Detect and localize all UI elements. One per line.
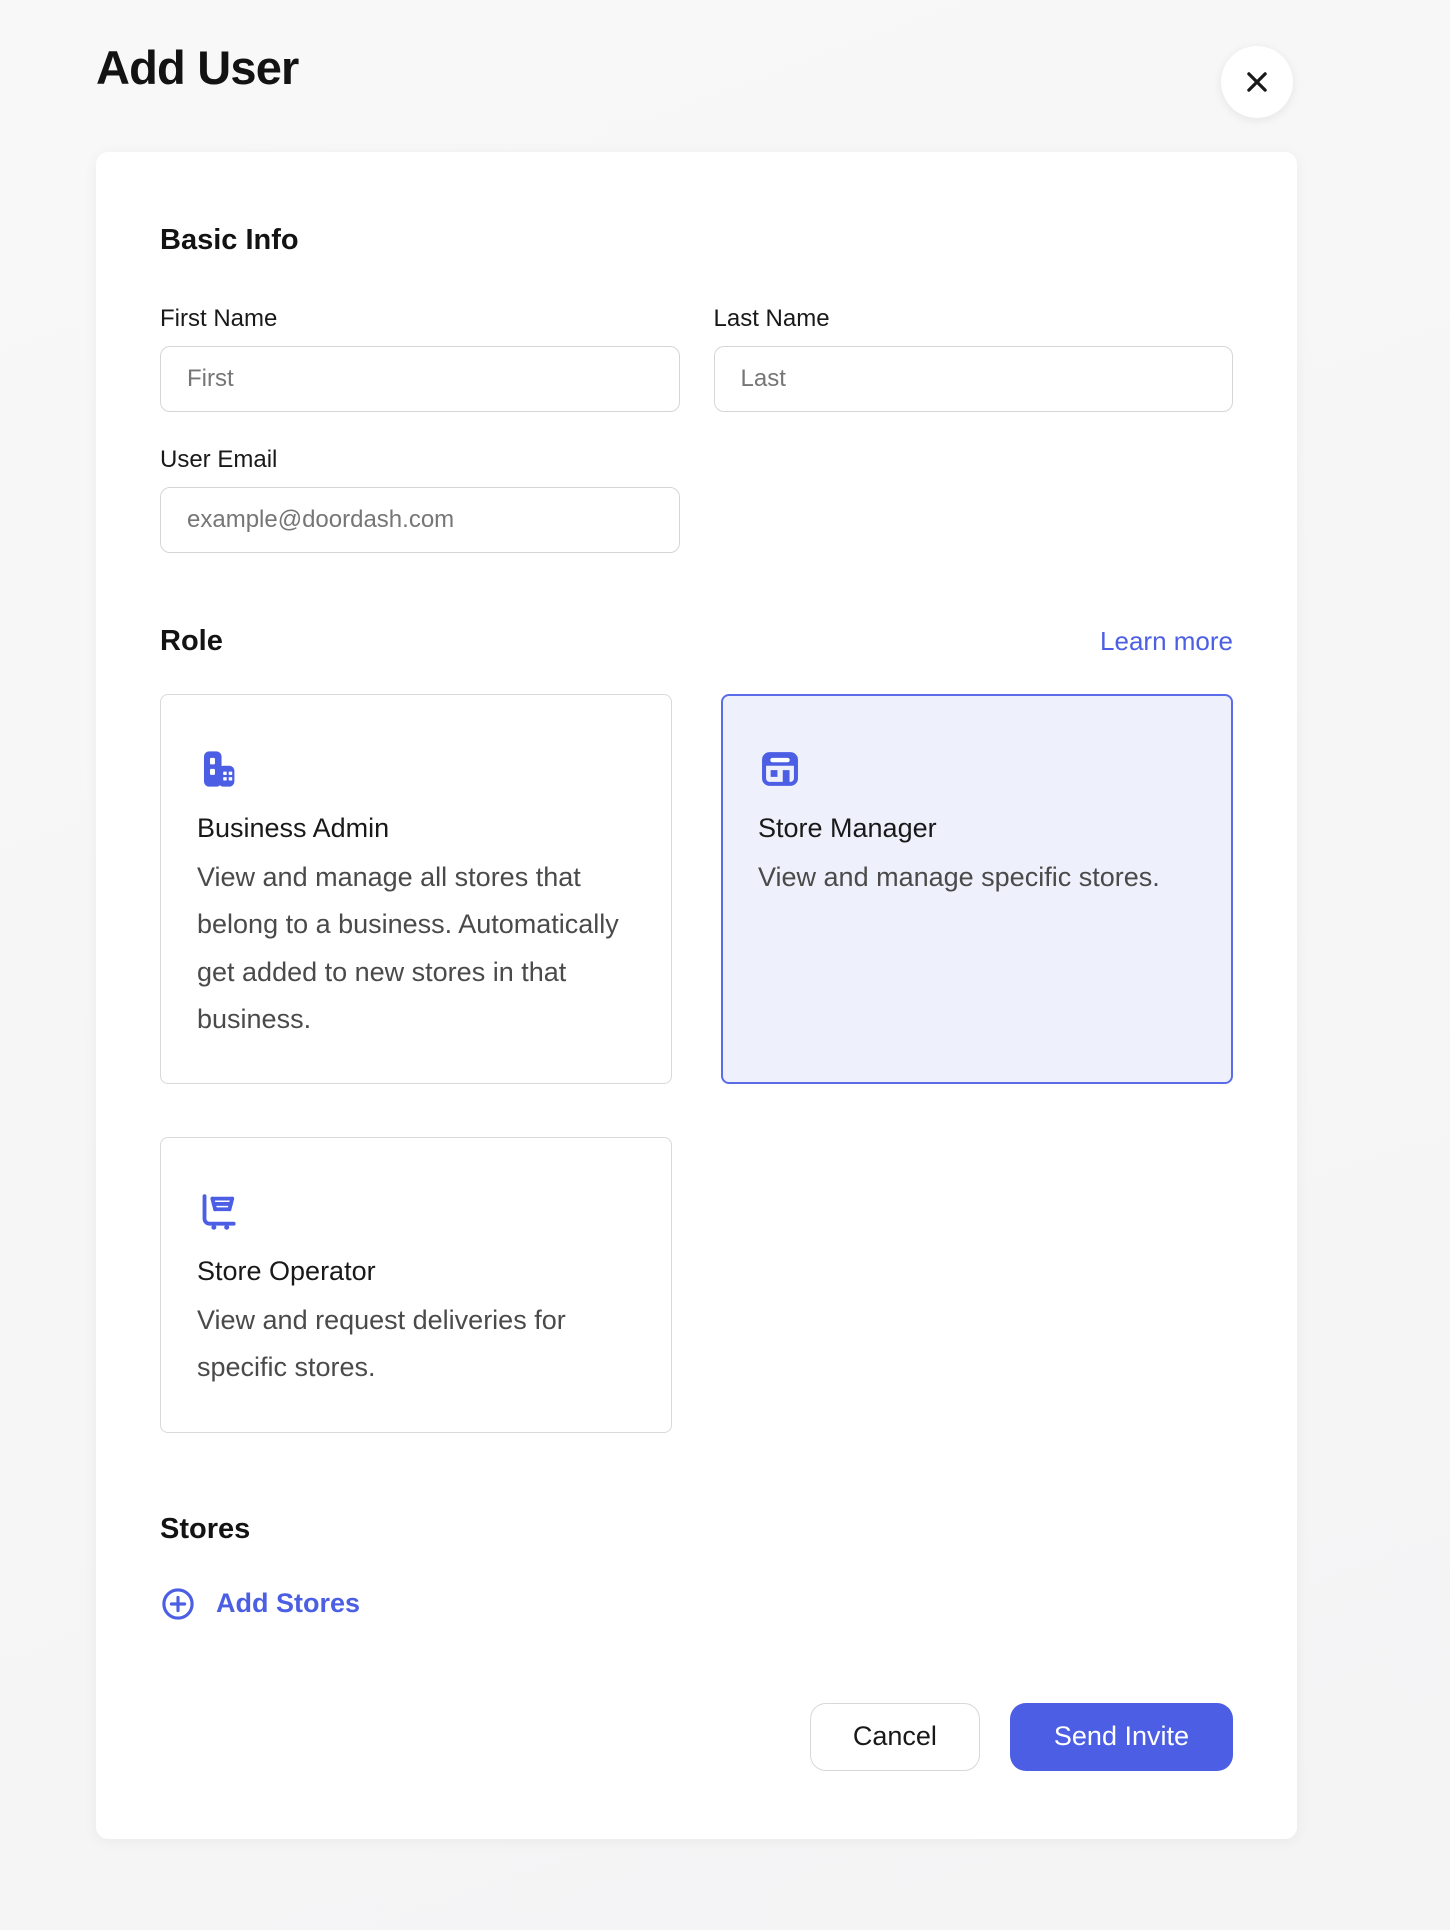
role-option-description: View and request deliveries for specific… [197, 1297, 635, 1392]
user-email-label: User Email [160, 446, 680, 474]
role-option-title: Store Operator [197, 1256, 635, 1287]
learn-more-link[interactable]: Learn more [1100, 626, 1233, 657]
stores-heading: Stores [160, 1513, 1233, 1546]
first-name-label: First Name [160, 305, 680, 333]
close-icon [1242, 67, 1272, 97]
add-stores-label: Add Stores [216, 1588, 360, 1619]
role-option-title: Store Manager [758, 813, 1196, 844]
page-title: Add User [96, 40, 299, 95]
last-name-field-group: Last Name [714, 305, 1234, 412]
basic-info-heading: Basic Info [160, 224, 1233, 257]
name-fields-row: First Name Last Name [160, 305, 1233, 412]
user-email-field-group: User Email [160, 446, 680, 553]
first-name-input[interactable] [160, 346, 680, 412]
delivery-cart-icon [197, 1190, 241, 1234]
first-name-field-group: First Name [160, 305, 680, 412]
cancel-button[interactable]: Cancel [810, 1703, 980, 1771]
footer-actions: Cancel Send Invite [160, 1703, 1233, 1771]
role-option-description: View and manage all stores that belong t… [197, 854, 635, 1043]
office-building-icon [197, 747, 241, 791]
role-heading: Role [160, 625, 223, 658]
role-option-business-admin[interactable]: Business Admin View and manage all store… [160, 694, 672, 1084]
plus-circle-icon [160, 1586, 196, 1622]
role-header: Role Learn more [160, 625, 1233, 658]
add-user-modal: Basic Info First Name Last Name User Ema… [96, 152, 1297, 1839]
role-option-store-manager[interactable]: Store Manager View and manage specific s… [721, 694, 1233, 1084]
role-option-title: Business Admin [197, 813, 635, 844]
user-email-input[interactable] [160, 487, 680, 553]
role-options-grid: Business Admin View and manage all store… [160, 694, 1233, 1433]
storefront-icon [758, 747, 802, 791]
role-option-description: View and manage specific stores. [758, 854, 1196, 901]
send-invite-button[interactable]: Send Invite [1010, 1703, 1233, 1771]
close-button[interactable] [1221, 46, 1293, 118]
role-option-store-operator[interactable]: Store Operator View and request deliveri… [160, 1137, 672, 1433]
add-stores-button[interactable]: Add Stores [160, 1586, 360, 1622]
last-name-label: Last Name [714, 305, 1234, 333]
last-name-input[interactable] [714, 346, 1234, 412]
